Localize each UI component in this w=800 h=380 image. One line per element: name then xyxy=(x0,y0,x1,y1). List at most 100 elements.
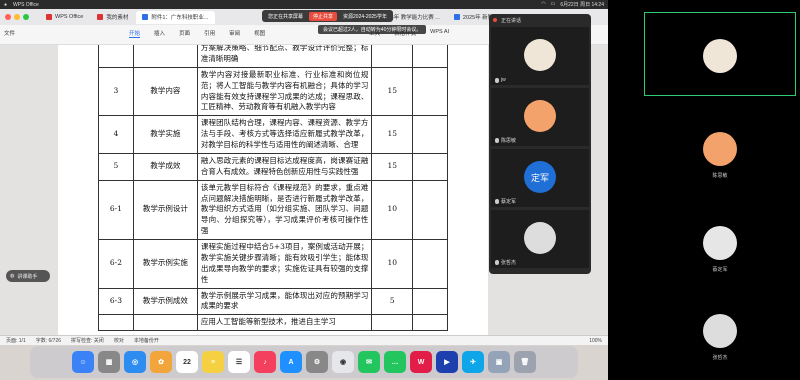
participant-tile[interactable]: 张哲杰 xyxy=(491,210,589,268)
gallery-tile[interactable]: 张哲杰 xyxy=(644,288,796,372)
tab-wps-home[interactable]: WPS Office xyxy=(40,11,89,24)
table-row: 6-1 教学示例设计 该单元教学目标符合《课程规范》的要求，重点难点问题解决措施明晰… xyxy=(98,179,448,241)
participant-tile[interactable]: jw xyxy=(491,27,589,85)
ribbon-tab-wps-ai[interactable]: WPS AI xyxy=(430,29,449,38)
row-blank-cell[interactable] xyxy=(412,45,448,68)
lecture-helper-button[interactable]: ◍ 讲课助手 xyxy=(6,270,50,282)
chrome-icon[interactable]: ◉ xyxy=(332,351,354,373)
settings-icon[interactable]: ⚙ xyxy=(306,351,328,373)
row-blank-cell[interactable] xyxy=(412,239,448,289)
row-score[interactable]: 10 xyxy=(371,239,414,289)
row-blank-cell[interactable] xyxy=(412,66,448,117)
row-item[interactable] xyxy=(132,45,198,68)
trash-icon[interactable]: 🗑 xyxy=(514,351,536,373)
row-blank-cell[interactable] xyxy=(412,287,448,316)
safari-icon[interactable]: ◎ xyxy=(124,351,146,373)
dock: ☺ ▦ ◎ ✿ 22 ≡ ☰ ♪ A ⚙ ◉ ✉… W ▶ ✈ ▣ 🗑 xyxy=(30,346,578,378)
participant-tile[interactable]: 定军 蔡定军 xyxy=(491,149,589,207)
row-number[interactable]: 3 xyxy=(98,66,134,117)
row-number[interactable] xyxy=(98,314,134,332)
row-item[interactable] xyxy=(132,314,198,332)
row-requirement[interactable]: 该单元教学目标符合《课程规范》的要求，重点难点问题解决措施明晰，是否进行新履式教… xyxy=(196,179,373,241)
word-count[interactable]: 字数: 6/726 xyxy=(36,337,61,344)
screen: ● WPS Office ◠ ▭ 6月22日 周日 14:24 WPS Offi… xyxy=(0,0,800,380)
row-requirement[interactable]: 融入思政元素的课程目标达成程度高，岗课赛证融合育人有成效。课程特色创新应用性与实… xyxy=(196,152,373,181)
ribbon-tab-view[interactable]: 视图 xyxy=(254,29,265,38)
zoom-window-button[interactable] xyxy=(23,14,29,20)
page-count[interactable]: 页面: 1/1 xyxy=(6,337,26,344)
row-number[interactable]: 6-1 xyxy=(98,179,134,241)
row-item[interactable]: 教学示例成效 xyxy=(132,287,198,316)
spell-check[interactable]: 拼写检查: 关闭 xyxy=(71,337,104,344)
close-window-button[interactable] xyxy=(5,14,11,20)
finder-icon[interactable]: ☺ xyxy=(72,351,94,373)
reminders-icon[interactable]: ☰ xyxy=(228,351,250,373)
row-number[interactable] xyxy=(98,45,134,68)
row-number[interactable]: 4 xyxy=(98,115,134,154)
desktop: ● WPS Office ◠ ▭ 6月22日 周日 14:24 WPS Offi… xyxy=(0,0,608,380)
lark-icon[interactable]: ✈ xyxy=(462,351,484,373)
row-number[interactable]: 6-2 xyxy=(98,239,134,289)
menubar-clock[interactable]: 6月22日 周日 14:24 xyxy=(560,1,604,8)
row-score[interactable] xyxy=(371,45,414,68)
row-number[interactable]: 5 xyxy=(98,152,134,181)
gallery-tile[interactable] xyxy=(644,12,796,96)
proofread[interactable]: 校对 xyxy=(114,337,124,344)
ribbon-tab-review[interactable]: 审阅 xyxy=(229,29,240,38)
row-blank-cell[interactable] xyxy=(412,115,448,154)
row-requirement[interactable]: 课程团队结构合理，课程内容、课程资源、教学方法与手段、考核方式等选择适应新履式教… xyxy=(196,115,373,154)
row-item[interactable]: 教学内容 xyxy=(132,66,198,117)
wps-icon[interactable]: W xyxy=(410,351,432,373)
row-item[interactable]: 教学示例实施 xyxy=(132,239,198,289)
row-item[interactable]: 教学示例设计 xyxy=(132,179,198,241)
backup-status[interactable]: 本地备份开 xyxy=(134,337,159,344)
tab-materials[interactable]: 我的素材 xyxy=(91,11,134,24)
ribbon-tab-home[interactable]: 开始 xyxy=(129,29,141,38)
ribbon-tab-insert[interactable]: 插入 xyxy=(154,29,165,38)
photos-icon[interactable]: ✿ xyxy=(150,351,172,373)
notes-icon[interactable]: ≡ xyxy=(202,351,224,373)
row-requirement[interactable]: 教学内容对接最新职业标准、行业标准和岗位规范；将人工智能与教学内容有机融合；具体… xyxy=(196,66,373,117)
row-number[interactable]: 6-3 xyxy=(98,287,134,316)
row-score[interactable]: 10 xyxy=(371,179,414,241)
row-blank-cell[interactable] xyxy=(412,314,448,332)
tab-document[interactable]: 附件1：广东科技职业... xyxy=(136,10,215,24)
row-score[interactable]: 15 xyxy=(371,66,414,117)
wifi-icon[interactable]: ◠ xyxy=(541,1,545,8)
minimize-window-button[interactable] xyxy=(14,14,20,20)
file-menu[interactable]: 文件 xyxy=(4,29,15,38)
gallery-tile[interactable]: 陈思敏 xyxy=(644,106,796,190)
row-blank-cell[interactable] xyxy=(412,152,448,181)
row-requirement[interactable]: 教学示例展示学习成果，能体现出对应的预期学习成果的要求 xyxy=(196,287,373,316)
row-score[interactable]: 15 xyxy=(371,115,414,154)
ribbon-tab-reference[interactable]: 引用 xyxy=(204,29,215,38)
row-item[interactable]: 教学成效 xyxy=(132,152,198,181)
calendar-icon[interactable]: 22 xyxy=(176,351,198,373)
row-item[interactable]: 教学实施 xyxy=(132,115,198,154)
speaking-status: 正在讲话 xyxy=(501,17,522,24)
apple-icon[interactable]: ● xyxy=(4,2,7,8)
participant-tile[interactable]: 陈思敏 xyxy=(491,88,589,146)
preview-icon[interactable]: ▣ xyxy=(488,351,510,373)
wechat-icon[interactable]: ✉ xyxy=(358,351,380,373)
ribbon-tab-page[interactable]: 页面 xyxy=(179,29,190,38)
row-score[interactable]: 15 xyxy=(371,152,414,181)
table-row: 4 教学实施 课程团队结构合理，课程内容、课程资源、教学方法与手段、考核方式等选择适… xyxy=(98,115,448,154)
row-score[interactable] xyxy=(371,314,414,332)
row-requirement[interactable]: 应用人工智能等新型技术，推进自主学习 xyxy=(196,314,373,332)
music-icon[interactable]: ♪ xyxy=(254,351,276,373)
messages-icon[interactable]: … xyxy=(384,351,406,373)
battery-icon[interactable]: ▭ xyxy=(551,1,556,8)
appstore-icon[interactable]: A xyxy=(280,351,302,373)
row-requirement[interactable]: 方案解决策略、细节配点、教学设计评价完整；标准清晰明确 xyxy=(196,45,373,68)
menu-bar: ● WPS Office ◠ ▭ 6月22日 周日 14:24 xyxy=(0,0,608,9)
row-blank-cell[interactable] xyxy=(412,179,448,241)
zoom-level[interactable]: 100% xyxy=(589,338,602,344)
row-requirement[interactable]: 课程实施过程中结合5+3项目，案例或活动开展；教学实施关键步骤清晰；能有效吸引学… xyxy=(196,239,373,289)
stop-share-button[interactable]: 停止共享 xyxy=(309,11,338,21)
menubar-app-name[interactable]: WPS Office xyxy=(13,2,39,8)
launchpad-icon[interactable]: ▦ xyxy=(98,351,120,373)
row-score[interactable]: 5 xyxy=(371,287,414,316)
gallery-tile[interactable]: 蔡定军 xyxy=(644,200,796,284)
meeting-icon[interactable]: ▶ xyxy=(436,351,458,373)
